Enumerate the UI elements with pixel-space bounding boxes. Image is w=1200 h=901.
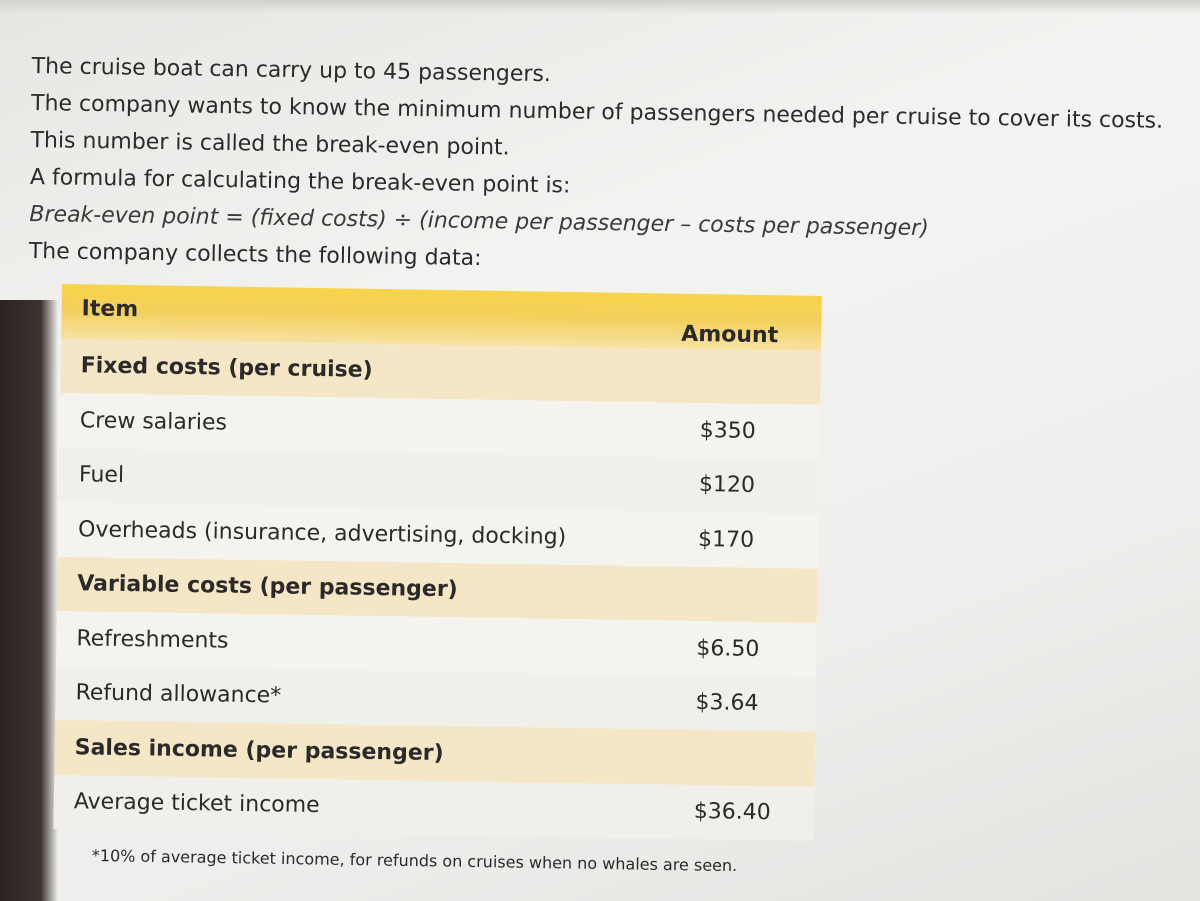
item-amount: $6.50 bbox=[696, 635, 760, 662]
item-label: Average ticket income bbox=[73, 789, 320, 819]
item-amount: $120 bbox=[698, 472, 756, 499]
item-amount: $3.64 bbox=[695, 690, 759, 717]
item-label: Crew salaries bbox=[79, 408, 228, 436]
item-label: Fuel bbox=[78, 462, 125, 489]
item-label: Refund allowance* bbox=[75, 680, 282, 709]
footnote: *10% of average ticket income, for refun… bbox=[91, 846, 738, 876]
item-amount: $350 bbox=[699, 417, 756, 444]
section-label: Sales income (per passenger) bbox=[74, 735, 444, 766]
section-label: Variable costs (per passenger) bbox=[77, 571, 458, 603]
item-label: Overheads (insurance, advertising, docki… bbox=[77, 517, 567, 550]
item-label: Refreshments bbox=[76, 626, 229, 654]
section-label: Fixed costs (per cruise) bbox=[80, 353, 373, 384]
item-amount: $36.40 bbox=[693, 799, 771, 826]
table-row: Average ticket income $36.40 bbox=[53, 774, 815, 841]
item-amount: $170 bbox=[697, 526, 755, 553]
screen-surface: The cruise boat can carry up to 45 passe… bbox=[0, 0, 1200, 901]
screen-top-edge bbox=[0, 0, 1200, 14]
monitor-bezel bbox=[0, 300, 58, 901]
intro-text: The cruise boat can carry up to 45 passe… bbox=[29, 48, 1192, 288]
table-body: Fixed costs (per cruise) Crew salaries $35… bbox=[53, 338, 822, 841]
column-header-item: Item bbox=[81, 296, 139, 323]
column-header-amount: Amount bbox=[681, 321, 779, 349]
cost-data-table: Item Amount Fixed costs (per cruise) Crew… bbox=[53, 284, 822, 841]
